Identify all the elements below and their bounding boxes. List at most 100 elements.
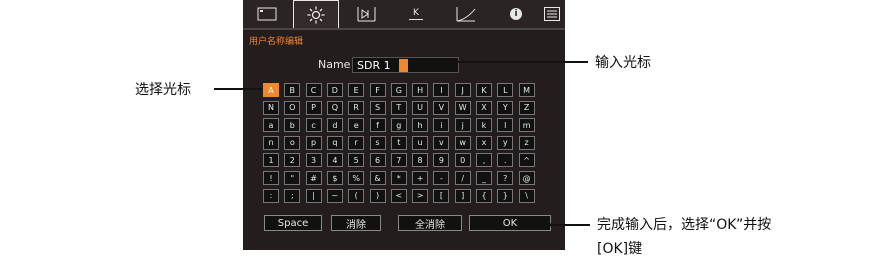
key-button[interactable]: H	[412, 83, 429, 97]
key-button[interactable]: g	[390, 118, 407, 133]
key-button[interactable]: e	[348, 118, 365, 133]
key-button[interactable]: m	[518, 118, 535, 133]
key-button[interactable]: >	[412, 188, 429, 203]
key-button[interactable]: a	[263, 118, 279, 133]
key-button[interactable]: P	[305, 100, 322, 115]
key-button[interactable]: &	[369, 171, 386, 185]
key-button[interactable]: D	[326, 83, 343, 97]
key-button[interactable]: S	[369, 100, 386, 115]
key-button[interactable]: C	[305, 83, 322, 97]
key-button[interactable]: k	[476, 118, 492, 133]
key-button[interactable]: +	[412, 171, 429, 185]
key-button[interactable]: 7	[390, 153, 407, 168]
key-button[interactable]: ~	[326, 188, 343, 203]
key-button[interactable]: R	[348, 100, 365, 115]
key-button[interactable]: v	[433, 135, 450, 150]
key-button[interactable]: M	[518, 83, 535, 97]
key-button[interactable]: \	[518, 188, 535, 203]
key-button[interactable]: L	[497, 83, 514, 97]
key-button[interactable]: _	[476, 171, 492, 185]
key-button[interactable]: x	[476, 135, 492, 150]
key-button[interactable]: 4	[326, 153, 343, 168]
clear-all-button[interactable]: 全消除	[398, 215, 462, 231]
key-button[interactable]: c	[305, 118, 322, 133]
key-button[interactable]: @	[518, 171, 535, 185]
key-button[interactable]: y	[497, 135, 514, 150]
tab-color-temp[interactable]: K	[393, 0, 439, 28]
key-button[interactable]: 3	[305, 153, 322, 168]
key-button[interactable]: h	[412, 118, 429, 133]
key-button[interactable]: E	[348, 83, 365, 97]
key-button[interactable]: *	[390, 171, 407, 185]
tab-brightness[interactable]	[293, 0, 339, 28]
tab-picture[interactable]	[247, 0, 287, 28]
key-button[interactable]: j	[454, 118, 471, 133]
key-button[interactable]: Q	[326, 100, 343, 115]
key-button[interactable]: N	[263, 100, 279, 115]
tab-input[interactable]	[343, 0, 389, 28]
tab-gamma[interactable]	[443, 0, 489, 28]
key-button[interactable]: f	[369, 118, 386, 133]
key-button[interactable]: $	[326, 171, 343, 185]
key-button[interactable]: /	[454, 171, 471, 185]
key-button[interactable]: n	[263, 135, 279, 150]
key-button[interactable]: ,	[476, 153, 492, 168]
key-button[interactable]: b	[284, 118, 301, 133]
key-button[interactable]: q	[326, 135, 343, 150]
key-button[interactable]: Z	[518, 100, 535, 115]
key-button[interactable]: u	[412, 135, 429, 150]
key-button[interactable]: w	[454, 135, 471, 150]
key-button[interactable]: U	[412, 100, 429, 115]
key-button[interactable]: K	[476, 83, 492, 97]
key-button[interactable]: l	[497, 118, 514, 133]
key-button[interactable]: "	[284, 171, 301, 185]
space-button[interactable]: Space	[264, 215, 322, 231]
key-button[interactable]: J	[454, 83, 471, 97]
key-button[interactable]: ?	[497, 171, 514, 185]
key-button[interactable]: ;	[284, 188, 301, 203]
key-button[interactable]: 0	[454, 153, 471, 168]
key-button[interactable]: s	[369, 135, 386, 150]
key-button[interactable]: G	[390, 83, 407, 97]
key-button[interactable]: <	[390, 188, 407, 203]
key-button[interactable]: d	[326, 118, 343, 133]
key-button[interactable]: o	[284, 135, 301, 150]
name-input[interactable]: SDR 1	[352, 57, 459, 73]
key-button[interactable]: {	[476, 188, 492, 203]
key-button[interactable]: 9	[433, 153, 450, 168]
key-button[interactable]: I	[433, 83, 450, 97]
key-button[interactable]: |	[305, 188, 322, 203]
key-button[interactable]: r	[348, 135, 365, 150]
key-button[interactable]: ^	[518, 153, 535, 168]
key-button[interactable]: z	[518, 135, 535, 150]
key-button[interactable]: (	[348, 188, 365, 203]
key-button[interactable]: )	[369, 188, 386, 203]
key-button[interactable]: A	[263, 83, 279, 97]
key-button[interactable]: %	[348, 171, 365, 185]
key-button[interactable]: Y	[497, 100, 514, 115]
key-button[interactable]: 6	[369, 153, 386, 168]
key-button[interactable]: 8	[412, 153, 429, 168]
key-button[interactable]: F	[369, 83, 386, 97]
key-button[interactable]: W	[454, 100, 471, 115]
key-button[interactable]: i	[433, 118, 450, 133]
key-button[interactable]: ]	[454, 188, 471, 203]
key-button[interactable]: 1	[263, 153, 279, 168]
key-button[interactable]: O	[284, 100, 301, 115]
key-button[interactable]: :	[263, 188, 279, 203]
tab-menu[interactable]	[541, 0, 563, 28]
key-button[interactable]: }	[497, 188, 514, 203]
key-button[interactable]: 5	[348, 153, 365, 168]
key-button[interactable]: #	[305, 171, 322, 185]
key-button[interactable]: T	[390, 100, 407, 115]
key-button[interactable]: p	[305, 135, 322, 150]
key-button[interactable]: V	[433, 100, 450, 115]
tab-info[interactable]: i	[501, 0, 531, 28]
key-button[interactable]: !	[263, 171, 279, 185]
key-button[interactable]: -	[433, 171, 450, 185]
delete-button[interactable]: 消除	[331, 215, 381, 231]
key-button[interactable]: X	[476, 100, 492, 115]
key-button[interactable]: t	[390, 135, 407, 150]
key-button[interactable]: .	[497, 153, 514, 168]
key-button[interactable]: [	[433, 188, 450, 203]
